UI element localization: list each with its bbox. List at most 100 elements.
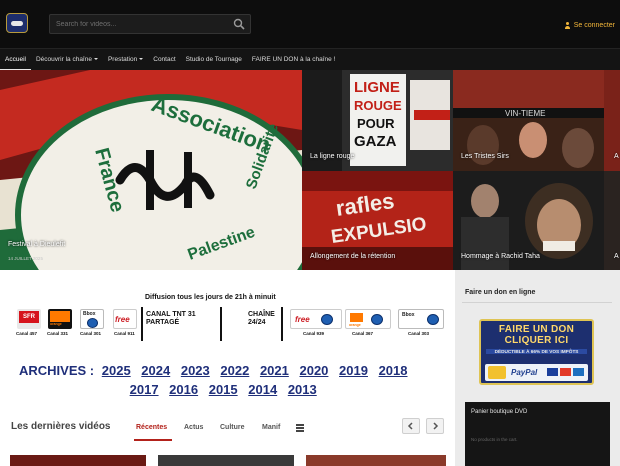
archive-year-link[interactable]: 2022 [220, 363, 249, 378]
tab-culture[interactable]: Culture [220, 424, 245, 431]
video-thumbnail[interactable] [10, 455, 146, 466]
tab-manif[interactable]: Manif [262, 424, 280, 431]
chevron-left-icon [407, 422, 413, 430]
hero-tile-caption: Hommage à Rachid Taha [461, 253, 540, 260]
divider [141, 307, 143, 341]
archive-year-link[interactable]: 2019 [339, 363, 368, 378]
nav-item-accueil[interactable]: Accueil [0, 49, 31, 71]
shop-title: Panier boutique DVD [471, 409, 528, 415]
menu-icon[interactable] [296, 424, 304, 432]
channel-number: Canal 457 [16, 331, 38, 336]
archive-year-link[interactable]: 2023 [181, 363, 210, 378]
prev-button[interactable] [402, 418, 420, 434]
nav-label: Prestation [107, 55, 138, 63]
shop-empty-note: No products in the cart. [471, 437, 518, 442]
channel-number: Canal 939 [303, 331, 325, 336]
donate-line2: CLIQUER ICI [504, 335, 569, 346]
hero-main-tile[interactable]: Association France Palestine Solidarité … [0, 70, 302, 270]
hero-tile-rachid-taha[interactable]: Hommage à Rachid Taha [453, 171, 604, 270]
hero-tile-tristes-sirs[interactable]: VIN-TIEME Les Tristes Sirs [453, 70, 604, 171]
nav-item-prestation[interactable]: Prestation [103, 49, 148, 71]
card-icon [573, 368, 584, 376]
archive-year-link[interactable]: 2013 [288, 382, 317, 397]
card-icon [560, 368, 571, 376]
broadcast-title: Diffusion tous les jours de 21h à minuit [145, 294, 276, 301]
hero-tile-caption: Les Tristes Sirs [461, 153, 509, 160]
donate-line1: FAIRE UN DON [498, 324, 575, 335]
archive-year-link[interactable]: 2025 [102, 363, 131, 378]
archives-label: ARCHIVES : [19, 363, 95, 378]
tab-recentes[interactable]: Récentes [136, 424, 167, 431]
archive-year-link[interactable]: 2024 [141, 363, 170, 378]
chaine-label: CHAÎNE 24/24 [248, 311, 275, 327]
archive-year-link[interactable]: 2018 [379, 363, 408, 378]
active-tab-indicator [134, 439, 172, 441]
nav-label: Studio de Tournage [185, 55, 242, 63]
bbox-logo: Bbox [398, 309, 444, 329]
login-link[interactable]: Se connecter [564, 20, 615, 30]
divider [281, 307, 283, 341]
nav-label: Contact [153, 55, 176, 63]
search-box [49, 14, 251, 34]
svg-text:ROUGE: ROUGE [354, 98, 402, 113]
globe-icon [87, 318, 98, 328]
svg-text:VIN-TIEME: VIN-TIEME [505, 109, 545, 118]
nav-item-decouvrir[interactable]: Découvrir la chaîne [31, 49, 103, 71]
nav-item-contact[interactable]: Contact [148, 49, 180, 71]
nav-item-don[interactable]: FAIRE UN DON à la chaîne ! [247, 49, 340, 71]
free-brand: free [115, 315, 130, 324]
archive-year-link[interactable]: 2017 [130, 382, 159, 397]
sfr-brand: SFR [19, 311, 39, 323]
next-button[interactable] [426, 418, 444, 434]
nav-item-studio[interactable]: Studio de Tournage [181, 49, 247, 71]
hero-tile-ligne-rouge[interactable]: LIGNE ROUGE POUR GAZA La ligne rouge [302, 70, 453, 171]
hero-tile-caption: La ligne rouge [310, 153, 355, 160]
archive-year-link[interactable]: 2016 [169, 382, 198, 397]
free-logo: free [290, 309, 342, 329]
donate-line3: DÉDUCTIBLE À 66% DE VOS IMPÔTS [486, 349, 587, 354]
archive-year-link[interactable]: 2014 [248, 382, 277, 397]
site-logo[interactable] [6, 13, 28, 33]
orange-square [50, 311, 70, 322]
hero-main-image: Association France Palestine Solidarité [0, 70, 302, 270]
search-input[interactable] [56, 17, 226, 31]
video-thumbnail[interactable] [306, 455, 446, 466]
hero-main-date: 14 JUILLET 2025 [8, 256, 43, 261]
card-icon [547, 368, 558, 376]
menu-bar [296, 424, 304, 426]
bbox-brand: Bbox [402, 312, 415, 318]
orange-logo: orange [345, 309, 391, 329]
svg-text:GAZA: GAZA [354, 133, 397, 150]
tnt-label-line1: CANAL TNT 31 [146, 311, 196, 318]
tnt-label: CANAL TNT 31 PARTAGÉ [146, 311, 196, 327]
tab-actus[interactable]: Actus [184, 424, 203, 431]
nav-label: FAIRE UN DON à la chaîne ! [251, 55, 336, 63]
search-icon[interactable] [233, 18, 245, 30]
tnt-label-line2: PARTAGÉ [146, 319, 180, 326]
nav-label: Découvrir la chaîne [35, 55, 92, 63]
orange-brand: orange [50, 322, 62, 326]
bbox-brand: Bbox [83, 311, 96, 317]
archive-year-link[interactable]: 2015 [209, 382, 238, 397]
orange-brand: orange [349, 323, 361, 327]
chevron-right-icon [433, 422, 439, 430]
channel-number: Canal 911 [114, 331, 135, 336]
hero-tile-retention[interactable]: rafles EXPULSIO Allongement de la rétent… [302, 171, 453, 270]
sfr-logo: SFR [17, 309, 41, 329]
divider [220, 307, 222, 341]
hero-tile-caption: A [614, 253, 619, 260]
archive-year-link[interactable]: 2021 [260, 363, 289, 378]
hero-tile-partial[interactable]: A [604, 171, 620, 270]
hero-tile-partial[interactable]: A [604, 70, 620, 171]
orange-logo: orange [48, 309, 72, 329]
video-thumbnail[interactable] [158, 455, 294, 466]
nav-label: Accueil [5, 55, 26, 63]
chevron-down-icon [139, 57, 144, 60]
coin-icon [488, 366, 506, 379]
hero-main-caption: Festival à Dieulefit [8, 241, 66, 248]
archive-year-link[interactable]: 2020 [299, 363, 328, 378]
hero-tile-caption: Allongement de la rétention [310, 253, 396, 260]
paypal-brand: PayPal [511, 368, 538, 377]
hero-slider: Association France Palestine Solidarité … [0, 70, 620, 270]
donate-banner[interactable]: FAIRE UN DON CLIQUER ICI DÉDUCTIBLE À 66… [479, 319, 594, 385]
